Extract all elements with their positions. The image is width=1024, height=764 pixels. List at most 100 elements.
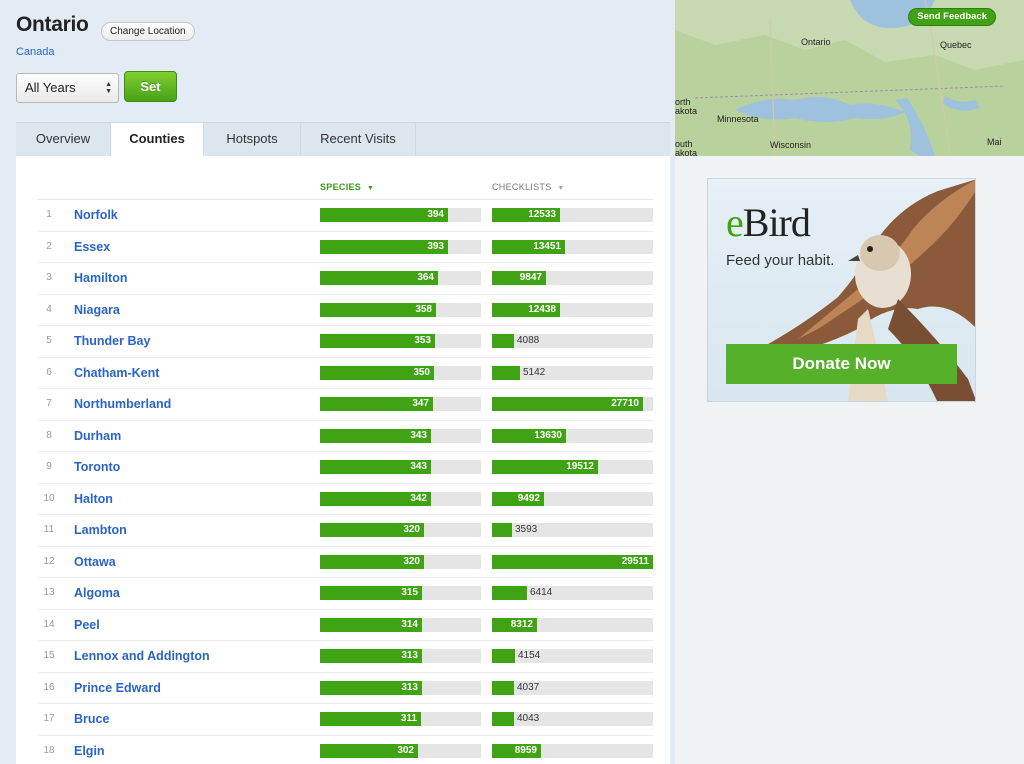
checklists-count: 8312	[510, 618, 533, 630]
table-row: 1 Norfolk 394 12533	[38, 200, 653, 232]
county-link[interactable]: Chatham-Kent	[74, 366, 159, 380]
species-bar: 311	[320, 712, 481, 726]
checklists-bar: 3593	[492, 523, 653, 537]
checklists-count: 4154	[518, 650, 541, 661]
row-rank: 13	[43, 587, 55, 598]
county-link[interactable]: Thunder Bay	[74, 334, 150, 348]
checklists-count: 19512	[566, 461, 594, 472]
table-row: 7 Northumberland 347 27710	[38, 389, 653, 421]
checklists-bar: 5142	[492, 365, 653, 380]
table-row: 9 Toronto 343 19512	[38, 452, 653, 484]
table-row: 13 Algoma 315 6414	[38, 578, 653, 610]
species-header-label: SPECIES	[320, 182, 362, 192]
species-count: 343	[410, 429, 427, 441]
map-label-dakota-south: akota	[675, 148, 698, 156]
checklists-bar-fill	[492, 523, 512, 537]
tab-bar: Overview Counties Hotspots Recent Visits	[16, 122, 670, 158]
species-bar: 313	[320, 680, 481, 695]
checklists-bar-fill	[492, 712, 514, 726]
county-link[interactable]: Hamilton	[74, 271, 127, 285]
tab-overview[interactable]: Overview	[16, 123, 111, 157]
row-rank: 14	[43, 618, 55, 630]
checklists-bar: 4043	[492, 712, 653, 726]
checklists-column-header[interactable]: CHECKLISTS ▼	[492, 182, 565, 192]
species-count: 315	[401, 587, 418, 598]
table-row: 2 Essex 393 13451	[38, 232, 653, 263]
row-rank: 8	[46, 429, 52, 441]
checklists-count: 13451	[533, 240, 561, 252]
tab-counties[interactable]: Counties	[111, 123, 204, 158]
location-map[interactable]: Ontario Quebec orth akota Minnesota outh…	[675, 0, 1024, 156]
ebird-ad-banner[interactable]: eBird Feed your habit. Donate Now	[707, 178, 976, 402]
species-column-header[interactable]: SPECIES ▼	[320, 182, 374, 192]
tab-recent-visits[interactable]: Recent Visits	[301, 123, 416, 157]
country-link[interactable]: Canada	[16, 46, 55, 58]
species-count: 347	[412, 398, 429, 409]
county-link[interactable]: Durham	[74, 429, 121, 443]
checklists-count: 5142	[523, 366, 546, 378]
county-link[interactable]: Lennox and Addington	[74, 649, 210, 663]
donate-now-button[interactable]: Donate Now	[726, 344, 957, 384]
map-label-dakota-north: akota	[675, 106, 698, 116]
checklists-bar: 13630	[492, 428, 653, 443]
species-bar: 320	[320, 523, 481, 537]
checklists-count: 9492	[517, 492, 540, 504]
county-link[interactable]: Ottawa	[74, 555, 116, 569]
checklists-bar: 12438	[492, 302, 653, 317]
checklists-count: 27710	[611, 398, 639, 409]
checklists-count: 4037	[517, 681, 540, 693]
county-link[interactable]: Elgin	[74, 744, 105, 758]
table-row: 12 Ottawa 320 29511	[38, 547, 653, 578]
species-bar: 358	[320, 302, 481, 317]
county-link[interactable]: Niagara	[74, 303, 120, 317]
species-bar: 320	[320, 554, 481, 569]
species-bar: 393	[320, 239, 481, 254]
checklists-bar-fill	[492, 586, 527, 600]
row-rank: 6	[46, 366, 52, 378]
send-feedback-button[interactable]: Send Feedback	[908, 8, 996, 26]
species-count: 353	[414, 335, 431, 346]
county-link[interactable]: Toronto	[74, 460, 120, 474]
checklists-bar-fill	[492, 649, 515, 663]
species-count: 311	[400, 713, 417, 724]
checklists-bar: 6414	[492, 586, 653, 600]
year-select[interactable]: All Years ▲ ▼	[16, 73, 119, 103]
species-count: 313	[401, 681, 418, 693]
row-rank: 4	[46, 303, 52, 315]
checklists-bar: 4154	[492, 649, 653, 663]
row-rank: 2	[46, 240, 52, 252]
checklists-bar: 9492	[492, 491, 653, 506]
species-count: 350	[413, 366, 430, 378]
species-count: 364	[417, 272, 434, 283]
checklists-bar: 8312	[492, 617, 653, 632]
row-rank: 3	[46, 272, 52, 283]
tab-hotspots[interactable]: Hotspots	[204, 123, 301, 157]
species-count: 343	[410, 461, 427, 472]
species-count: 313	[401, 650, 418, 661]
county-link[interactable]: Norfolk	[74, 208, 118, 222]
county-link[interactable]: Peel	[74, 618, 100, 632]
checklists-count: 29511	[621, 555, 649, 567]
set-button[interactable]: Set	[124, 71, 177, 102]
county-link[interactable]: Essex	[74, 240, 110, 254]
table-row: 11 Lambton 320 3593	[38, 515, 653, 547]
checklists-count: 12438	[528, 303, 556, 315]
species-count: 358	[415, 303, 432, 315]
table-row: 17 Bruce 311 4043	[38, 704, 653, 736]
county-link[interactable]: Prince Edward	[74, 681, 161, 695]
change-location-button[interactable]: Change Location	[101, 22, 195, 41]
ebird-logo: eBird	[726, 200, 811, 245]
table-row: 4 Niagara 358 12438	[38, 295, 653, 326]
county-link[interactable]: Northumberland	[74, 397, 171, 411]
county-link[interactable]: Algoma	[74, 586, 120, 600]
species-bar: 350	[320, 365, 481, 380]
county-link[interactable]: Bruce	[74, 712, 109, 726]
county-link[interactable]: Halton	[74, 492, 113, 506]
county-link[interactable]: Lambton	[74, 523, 127, 537]
species-bar: 302	[320, 743, 481, 758]
map-label-wisconsin: Wisconsin	[770, 140, 812, 150]
checklists-count: 8959	[514, 744, 537, 756]
checklists-bar-fill	[492, 334, 514, 348]
map-label-ontario: Ontario	[801, 37, 831, 47]
checklists-bar: 4037	[492, 680, 653, 695]
